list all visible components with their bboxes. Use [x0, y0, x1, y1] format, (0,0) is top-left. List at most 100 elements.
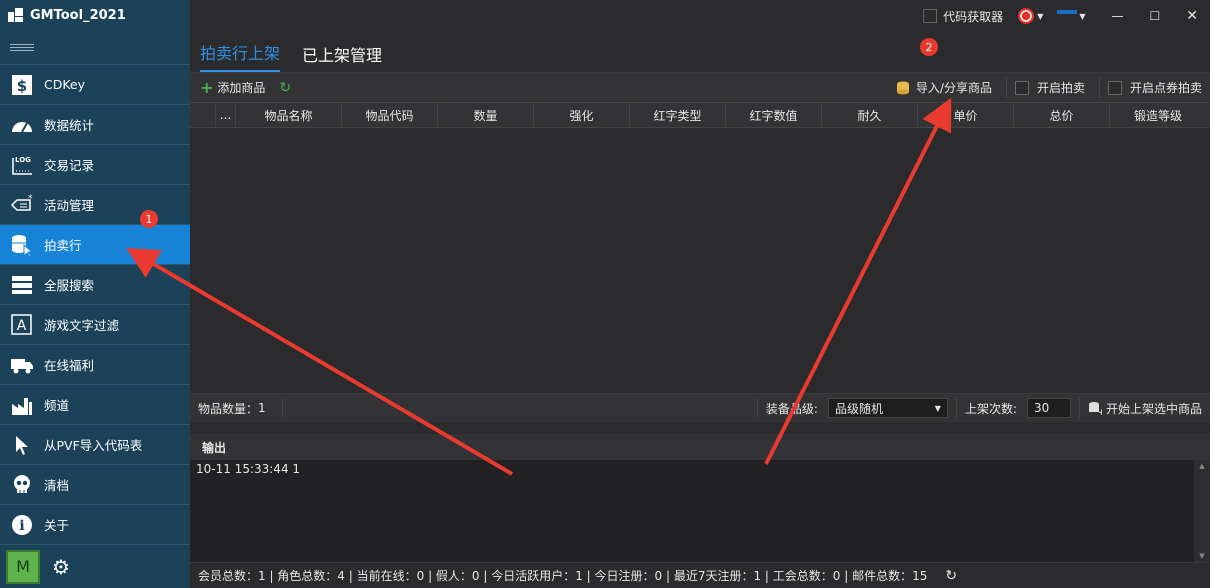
- database-add-icon: +: [1088, 402, 1102, 415]
- plus-icon: +: [200, 78, 214, 97]
- open-point-auction-checkbox[interactable]: [1107, 80, 1122, 95]
- grade-select[interactable]: 品级随机 ▼: [827, 398, 948, 418]
- chevron-down-icon: ▼: [1037, 11, 1044, 21]
- output-header: 输出: [190, 434, 1210, 460]
- window-titlebar: 代码获取器 ▼ ▼ — ☐ ✕: [190, 0, 1210, 32]
- code-fetcher-checkbox[interactable]: [923, 9, 938, 23]
- sidebar-item-auction[interactable]: 拍卖行: [0, 224, 190, 264]
- svg-text:$: $: [17, 77, 27, 95]
- column-header[interactable]: 耐久: [822, 103, 918, 127]
- sidebar-item-label: 游戏文字过滤: [44, 318, 120, 333]
- refresh-icon[interactable]: ↻: [945, 568, 957, 584]
- annotation-badge-1: 1: [140, 210, 158, 228]
- open-auction-label: 开启拍卖: [1036, 81, 1085, 95]
- item-grid[interactable]: [190, 128, 1210, 394]
- divider: [1098, 77, 1100, 98]
- item-count-value: 1: [258, 401, 266, 415]
- toolbar: + 添加商品 ↻ 导入/分享商品 开启拍卖 开启点券拍卖: [190, 72, 1210, 102]
- column-header[interactable]: 红字数值: [726, 103, 822, 127]
- open-point-auction-label: 开启点券拍卖: [1129, 81, 1202, 95]
- divider: [1005, 77, 1007, 98]
- output-log[interactable]: 10-11 15:33:44 1 ▲ ▼: [190, 460, 1210, 562]
- text-filter-icon: A: [10, 313, 34, 337]
- scroll-down-icon[interactable]: ▼: [1194, 552, 1210, 560]
- global-statusbar: 会员总数：1 | 角色总数：4 | 当前在线：0 | 假人：0 | 今日活跃用户…: [190, 562, 1210, 588]
- row-indicator-header: [190, 103, 216, 127]
- sidebar-item-text-filter[interactable]: A 游戏文字过滤: [0, 304, 190, 344]
- skull-icon: [10, 473, 34, 497]
- sidebar-item-label: 活动管理: [44, 198, 95, 213]
- maximize-button[interactable]: ☐: [1150, 9, 1161, 23]
- tab-auction-listing[interactable]: 拍卖行上架: [200, 40, 281, 72]
- column-header[interactable]: 单价: [918, 103, 1014, 127]
- import-share-button[interactable]: 导入/分享商品: [896, 79, 992, 96]
- flag-icon: [1057, 10, 1078, 22]
- app-title-bar: GMTool_2021: [0, 0, 190, 30]
- sidebar-item-clear-data[interactable]: 清档: [0, 464, 190, 504]
- divider: [756, 398, 758, 418]
- divider: [281, 398, 283, 418]
- listing-statusbar: 物品数量： 1 装备品级: 品级随机 ▼ 上架次数: 30 + 开始上架选中商品: [190, 394, 1210, 422]
- sidebar-item-cdkey[interactable]: $ CDKey: [0, 64, 190, 104]
- output-line: 10-11 15:33:44 1: [196, 462, 301, 476]
- sidebar-item-label: 全服搜索: [44, 278, 95, 293]
- column-header[interactable]: 物品名称: [236, 103, 342, 127]
- tab-listed-management[interactable]: 已上架管理: [302, 42, 382, 72]
- sidebar-item-stats[interactable]: 数据统计: [0, 104, 190, 144]
- language-menu[interactable]: ▼: [1057, 10, 1086, 22]
- item-count-label: 物品数量：: [198, 401, 259, 416]
- code-fetcher-label: 代码获取器: [943, 9, 1004, 24]
- svg-text:A: A: [17, 318, 27, 334]
- scroll-up-icon[interactable]: ▲: [1194, 462, 1210, 470]
- column-header[interactable]: 强化: [534, 103, 630, 127]
- sidebar-item-label: 频道: [44, 398, 70, 413]
- sidebar-item-pvf-import[interactable]: 从PVF导入代码表: [0, 424, 190, 464]
- minimize-button[interactable]: —: [1112, 9, 1124, 23]
- column-header[interactable]: 锻造等级: [1110, 103, 1206, 127]
- sidebar-item-label: 拍卖行: [44, 238, 82, 253]
- refresh-button[interactable]: ↻: [279, 80, 291, 96]
- times-input[interactable]: 30: [1026, 398, 1071, 418]
- app-title: GMTool_2021: [30, 7, 126, 23]
- database-icon: [896, 81, 909, 94]
- close-button[interactable]: ✕: [1186, 8, 1198, 24]
- sidebar: GMTool_2021 $ CDKey 数据统计 LOG 交易记录 * 活动管理…: [0, 0, 190, 588]
- settings-gear-icon[interactable]: ⚙: [52, 555, 70, 579]
- sidebar-footer: M ⚙: [0, 544, 190, 588]
- open-auction-checkbox[interactable]: [1014, 80, 1029, 95]
- grid-header: ... 物品名称 物品代码 数量 强化 红字类型 红字数值 耐久 单价 总价 锻…: [190, 102, 1210, 128]
- sidebar-item-channel[interactable]: 频道: [0, 384, 190, 424]
- factory-icon: [10, 393, 34, 417]
- sidebar-item-label: 关于: [44, 518, 70, 533]
- log-icon: LOG: [10, 153, 34, 177]
- grade-value: 品级随机: [834, 401, 883, 416]
- divider: [1078, 398, 1080, 418]
- sidebar-item-welfare[interactable]: 在线福利: [0, 344, 190, 384]
- column-header[interactable]: ...: [216, 103, 236, 127]
- sidebar-item-about[interactable]: i 关于: [0, 504, 190, 544]
- sidebar-item-server-search[interactable]: 全服搜索: [0, 264, 190, 304]
- sidebar-item-label: 数据统计: [44, 118, 95, 133]
- open-auction-toggle[interactable]: 开启拍卖: [1014, 79, 1085, 96]
- column-header[interactable]: 红字类型: [630, 103, 726, 127]
- refresh-icon: ↻: [279, 79, 292, 96]
- output-scrollbar[interactable]: ▲ ▼: [1194, 460, 1210, 562]
- add-item-button[interactable]: + 添加商品: [200, 78, 265, 97]
- column-header[interactable]: 物品代码: [342, 103, 438, 127]
- sidebar-item-activity[interactable]: * 活动管理: [0, 184, 190, 224]
- svg-text:+: +: [1098, 408, 1102, 415]
- menu-toggle-icon[interactable]: [0, 30, 190, 64]
- skin-menu[interactable]: ▼: [1017, 7, 1043, 25]
- dollar-icon: $: [10, 73, 34, 97]
- user-avatar[interactable]: M: [6, 549, 40, 584]
- sidebar-item-trade-log[interactable]: LOG 交易记录: [0, 144, 190, 184]
- column-header[interactable]: 数量: [438, 103, 534, 127]
- server-stats-text: 会员总数：1 | 角色总数：4 | 当前在线：0 | 假人：0 | 今日活跃用户…: [198, 569, 928, 583]
- add-item-label: 添加商品: [217, 81, 266, 95]
- code-fetcher-toggle[interactable]: 代码获取器: [923, 8, 1003, 25]
- open-point-auction-toggle[interactable]: 开启点券拍卖: [1107, 79, 1202, 96]
- start-listing-button[interactable]: + 开始上架选中商品: [1088, 400, 1202, 417]
- column-header[interactable]: 总价: [1014, 103, 1110, 127]
- grade-label: 装备品级:: [765, 401, 818, 416]
- divider: [955, 398, 957, 418]
